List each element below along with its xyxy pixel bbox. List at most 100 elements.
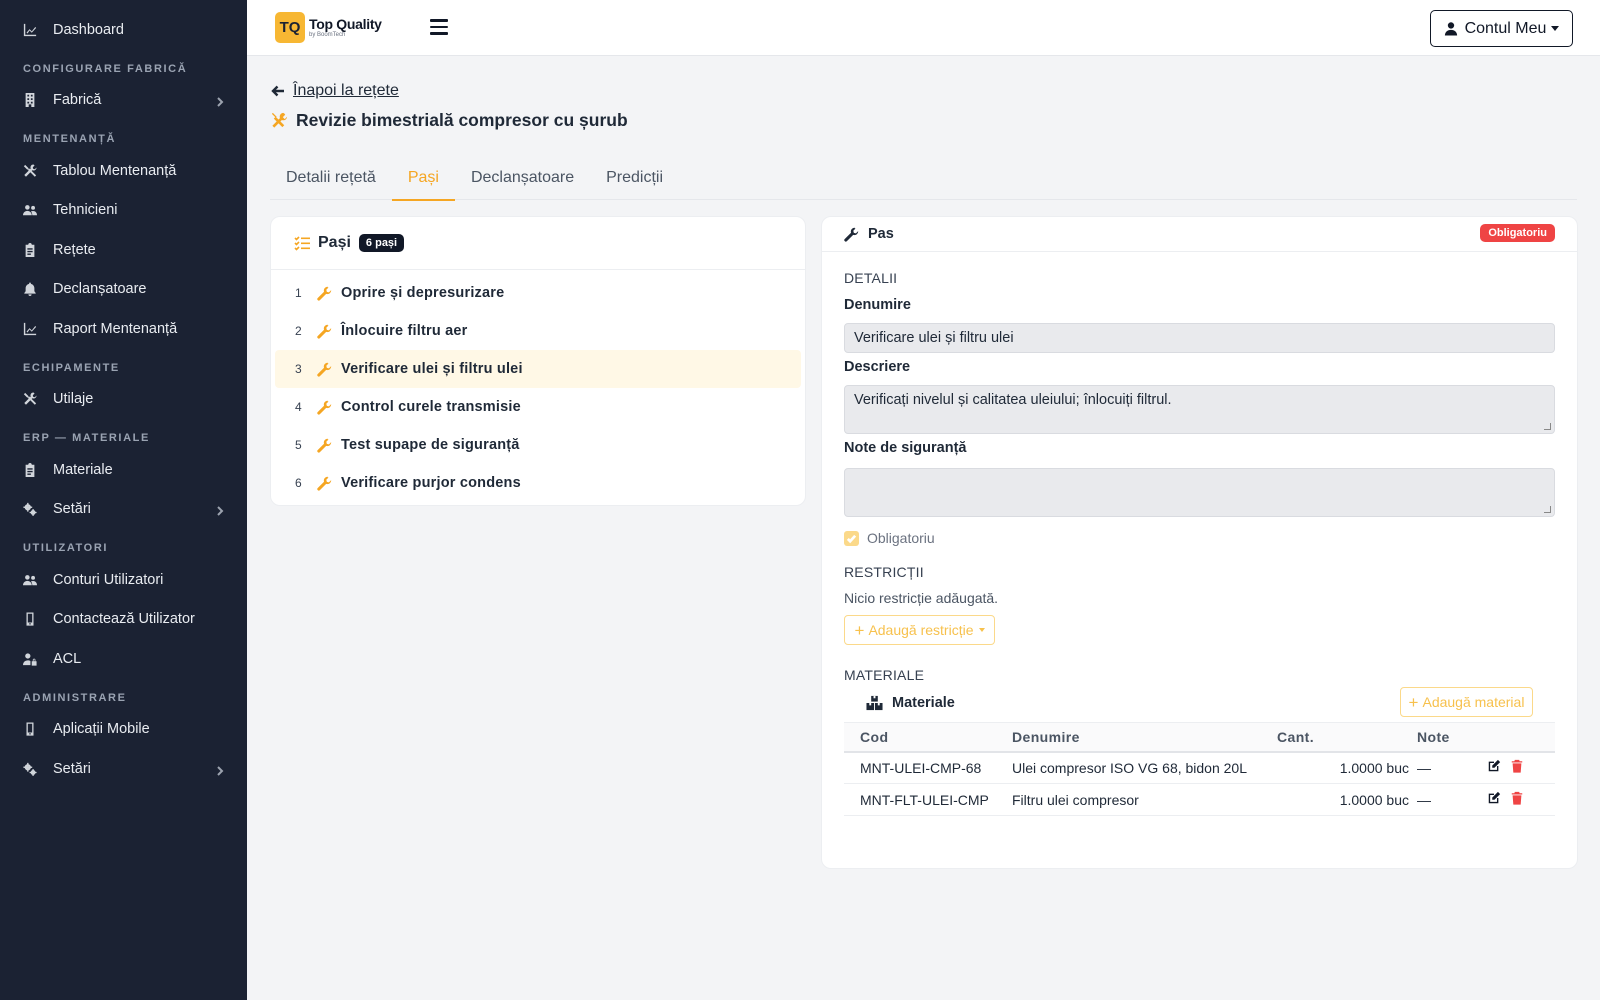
sidebar-section-heading: MENTENANȚĂ [23,133,116,145]
materials-table: Cod Denumire Cant. Note MNT-ULEI-CMP-68 U… [844,722,1555,816]
edit-icon[interactable] [1487,759,1501,773]
wrench-icon [317,400,332,415]
sidebar-item-label: Setări [53,501,91,518]
sidebar-item-utilaje[interactable]: Utilaje [0,380,247,420]
material-note: — [1417,751,1487,784]
mandatory-checkbox-row[interactable]: Obligatoriu [844,530,935,546]
sidebar-item-label: Setări [53,760,91,777]
step-label: Înlocuire filtru aer [341,323,468,339]
name-field[interactable]: Verificare ulei și filtru ulei [844,323,1555,353]
sidebar-item-conturi-utilizatori[interactable]: Conturi Utilizatori [0,560,247,600]
materials-section-label: MATERIALE [844,667,925,683]
restrictions-section-label: RESTRICȚII [844,564,924,580]
column-header-note[interactable]: Note [1417,722,1487,753]
table-row: MNT-ULEI-CMP-68 Ulei compresor ISO VG 68,… [844,751,1555,784]
tools-icon [22,163,38,179]
table-header-row: Cod Denumire Cant. Note [844,722,1555,753]
chart-line-icon [22,22,38,38]
steps-list: 1 Oprire și depresurizare 2 Înlocuire filtr… [271,270,805,502]
details-section-label: DETALII [844,270,898,286]
wrench-icon [317,438,332,453]
step-item[interactable]: 3 Verificare ulei și filtru ulei [275,350,801,388]
mandatory-checkbox-label: Obligatoriu [867,530,935,546]
sidebar-item-fabrica[interactable]: Fabrică [0,81,247,121]
menu-toggle-icon[interactable] [430,19,448,35]
resize-handle-icon[interactable] [1544,423,1551,430]
arrow-left-icon [271,85,284,97]
sidebar-item-setari[interactable]: Setări [0,749,247,789]
column-header-denumire[interactable]: Denumire [1012,722,1277,753]
sidebar: Dashboard CONFIGURARE FABRICĂ Fabrică MENTE… [0,0,247,1000]
sidebar-item-raport-mentenanta[interactable]: Raport Mentenanță [0,309,247,349]
user-lock-icon [22,651,38,667]
trash-icon[interactable] [1510,791,1524,805]
tab-2[interactable]: Declanșatoare [455,156,590,200]
step-detail-header: Pas Obligatoriu [822,217,1577,252]
safety-notes-field[interactable] [844,468,1555,517]
wrench-icon [317,286,332,301]
sidebar-item-label: Conturi Utilizatori [53,571,164,588]
add-restriction-button[interactable]: + Adaugă restricție [844,615,995,645]
step-number: 4 [295,400,302,414]
chevron-right-icon [215,95,225,107]
sidebar-item-tehnicieni[interactable]: Tehnicieni [0,191,247,231]
resize-handle-icon[interactable] [1544,506,1551,513]
boxes-icon [866,695,883,711]
wrench-icon [317,476,332,491]
tab-0[interactable]: Detalii rețetă [270,156,392,200]
step-item[interactable]: 1 Oprire și depresurizare [275,274,801,312]
step-item[interactable]: 2 Înlocuire filtru aer [275,312,801,350]
step-number: 3 [295,362,302,376]
add-material-button[interactable]: + Adaugă material [1400,687,1533,717]
column-header-cantitate[interactable]: Cant. [1277,722,1417,753]
step-detail-card: Pas Obligatoriu DETALII Denumire Verific… [821,216,1578,869]
mandatory-checkbox[interactable] [844,530,859,546]
step-number: 6 [295,476,302,490]
step-item[interactable]: 5 Test supape de siguranță [275,426,801,464]
sidebar-item-label: Fabrică [53,92,102,109]
step-number: 2 [295,324,302,338]
list-check-icon [294,236,310,251]
trash-icon[interactable] [1510,759,1524,773]
clipboard-icon [22,242,38,258]
tab-3[interactable]: Predicții [590,156,679,200]
brand-logo[interactable]: TQ Top Quality by BoomTech [275,12,382,43]
sidebar-item-tablou-mentenanta[interactable]: Tablou Mentenanță [0,151,247,191]
tools-icon [22,391,38,407]
materials-panel: Materiale + Adaugă material Cod Denumire… [844,684,1555,817]
sidebar-section-heading: ERP — MATERIALE [23,432,150,444]
cogs-icon [22,761,38,777]
account-menu-button[interactable]: Contul Meu [1430,10,1573,47]
bell-icon [22,281,38,297]
mobile-icon [22,721,38,737]
cogs-icon [22,501,38,517]
sidebar-item-contacteaza-utilizator[interactable]: Contactează Utilizator [0,600,247,640]
step-detail-title: Pas [868,226,894,242]
chevron-down-icon [978,628,985,632]
page-title: Revizie bimestrială compresor cu șurub [270,110,628,131]
sidebar-item-acl[interactable]: ACL [0,639,247,679]
sidebar-item-label: Rețete [53,241,96,258]
sidebar-item-setari[interactable]: Setări [0,490,247,530]
sidebar-item-declansatoare[interactable]: Declanșatoare [0,270,247,310]
sidebar-item-retete[interactable]: Rețete [0,230,247,270]
column-header-cod[interactable]: Cod [844,722,1012,753]
sidebar-item-materiale[interactable]: Materiale [0,450,247,490]
material-quantity: 1.0000 buc [1277,751,1417,784]
edit-icon[interactable] [1487,791,1501,805]
plus-icon: + [854,620,865,640]
logo-title: Top Quality [309,16,382,32]
description-field[interactable]: Verificați nivelul și calitatea uleiului… [844,385,1555,434]
users-icon [22,202,38,218]
tab-1[interactable]: Pași [391,156,456,201]
users-icon [22,572,38,588]
sidebar-item-aplicatii-mobile[interactable]: Aplicații Mobile [0,710,247,750]
step-item[interactable]: 4 Control curele transmisie [275,388,801,426]
sidebar-item-dashboard[interactable]: Dashboard [0,10,247,50]
chevron-right-icon [215,504,225,516]
back-to-recipes-link[interactable]: Înapoi la rețete [271,82,399,100]
chevron-down-icon [1551,26,1560,31]
step-item[interactable]: 6 Verificare purjor condens [275,464,801,502]
topbar: TQ Top Quality by BoomTech Contul Meu [247,0,1600,56]
step-label: Test supape de siguranță [341,437,520,453]
